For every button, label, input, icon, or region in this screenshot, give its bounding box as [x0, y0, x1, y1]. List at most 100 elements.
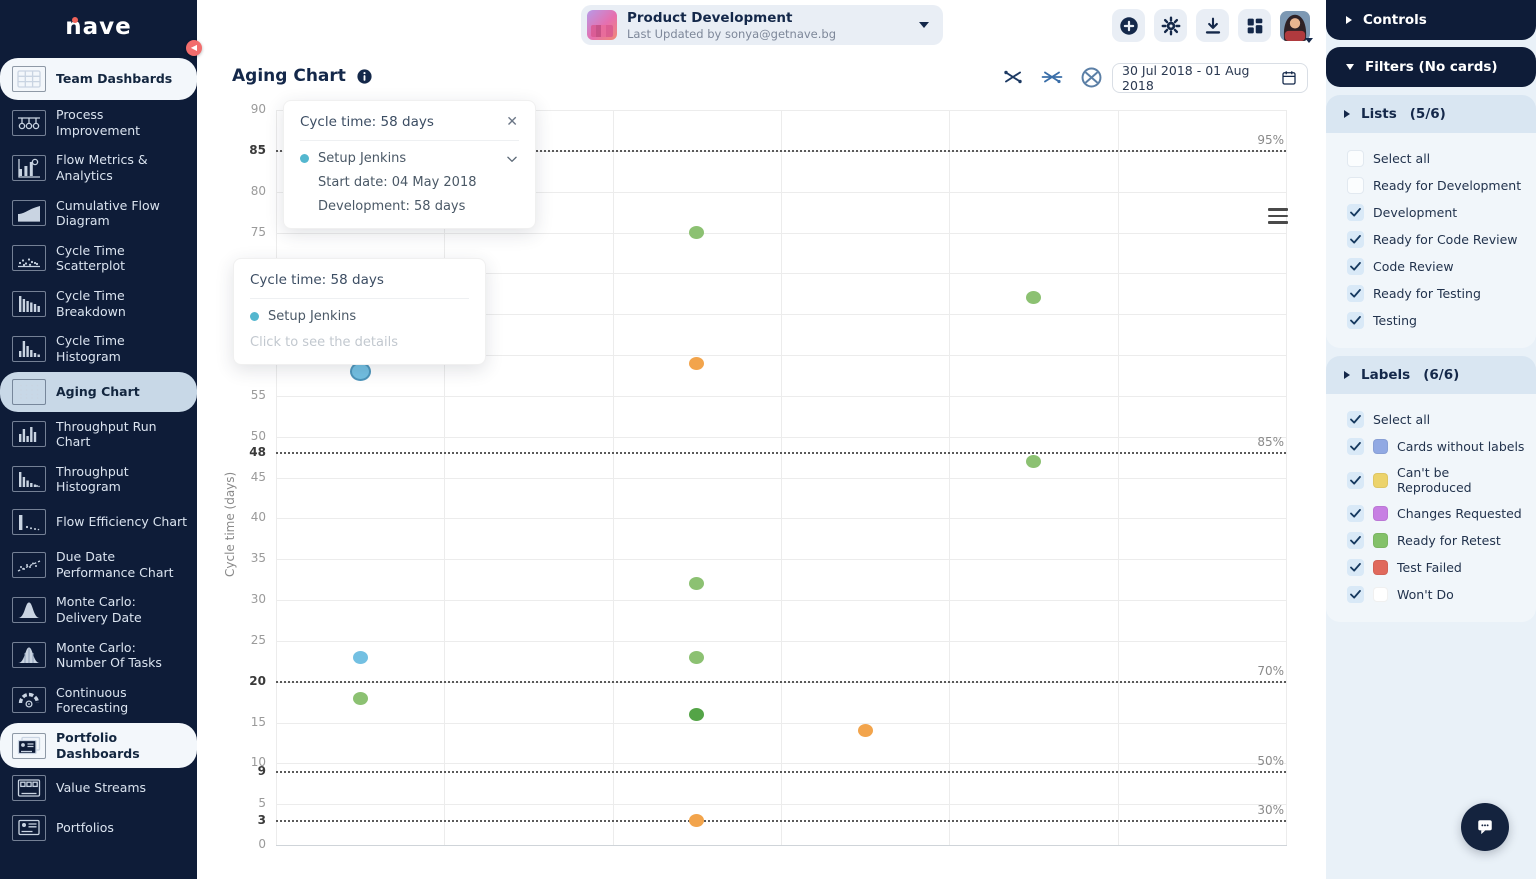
list-filter-row-ready-for-testing[interactable]: Ready for Testing: [1326, 280, 1536, 307]
sidebar-item-monte-carlo-number-of-tasks[interactable]: Monte Carlo: Number Of Tasks: [0, 633, 197, 678]
y-tick-label: 15: [226, 715, 266, 729]
lists-section-header[interactable]: Lists (5/6): [1326, 95, 1536, 133]
sidebar-item-continuous-forecasting[interactable]: Continuous Forecasting: [0, 678, 197, 723]
tooltip-card-row[interactable]: Setup Jenkins: [250, 309, 469, 324]
data-point[interactable]: [689, 577, 704, 590]
list-filter-row-testing[interactable]: Testing: [1326, 307, 1536, 334]
data-point[interactable]: [689, 357, 704, 370]
date-range-picker[interactable]: 30 Jul 2018 - 01 Aug 2018: [1112, 63, 1308, 93]
sidebar-item-team-dashbards[interactable]: Team Dashbards: [0, 58, 197, 100]
data-point[interactable]: [689, 814, 704, 827]
checkbox-development[interactable]: [1347, 204, 1364, 221]
sidebar-item-flow-metrics-analytics[interactable]: Flow Metrics & Analytics: [0, 145, 197, 190]
checkbox-code-review[interactable]: [1347, 258, 1364, 275]
chevron-right-icon: [1346, 16, 1352, 24]
label-filter-row-changes-requested[interactable]: Changes Requested: [1326, 500, 1536, 527]
data-point[interactable]: [353, 692, 368, 705]
chevron-down-icon: [505, 152, 519, 166]
right-filter-panel: Controls Filters (No cards) Lists (5/6) …: [1326, 0, 1536, 879]
data-point[interactable]: [689, 226, 704, 239]
sidebar-item-cycle-time-histogram[interactable]: Cycle Time Histogram: [0, 326, 197, 371]
sidebar-item-portfolios[interactable]: Portfolios: [0, 808, 197, 848]
chat-button[interactable]: [1461, 803, 1509, 851]
checkbox-testing[interactable]: [1347, 312, 1364, 329]
chevron-down-icon: [1305, 38, 1313, 43]
checkbox-can-t-be-reproduced[interactable]: [1347, 472, 1364, 489]
sidebar-item-throughput-run-chart[interactable]: Throughput Run Chart: [0, 412, 197, 457]
checkbox-changes-requested[interactable]: [1347, 505, 1364, 522]
app-logo[interactable]: nave: [0, 0, 197, 58]
data-point[interactable]: [353, 651, 368, 664]
list-filter-row-code-review[interactable]: Code Review: [1326, 253, 1536, 280]
label-filter-row-ready-for-retest[interactable]: Ready for Retest: [1326, 527, 1536, 554]
sidebar-item-value-streams[interactable]: Value Streams: [0, 768, 197, 808]
close-icon[interactable]: ✕: [505, 114, 519, 130]
sidebar-item-throughput-histogram[interactable]: Throughput Histogram: [0, 457, 197, 502]
sidebar-item-monte-carlo-delivery-date[interactable]: Monte Carlo: Delivery Date: [0, 587, 197, 632]
aging-chart-plot: 051015253035404550556065707580908595%488…: [197, 100, 1326, 879]
data-point[interactable]: [1026, 455, 1041, 468]
checkbox-test-failed[interactable]: [1347, 559, 1364, 576]
y-tick-label-percentile: 48: [226, 445, 266, 459]
label-color-swatch: [1373, 560, 1388, 575]
y-tick-label-percentile: 9: [226, 764, 266, 778]
settings-button[interactable]: [1154, 9, 1187, 42]
list-filter-row-ready-for-code-review[interactable]: Ready for Code Review: [1326, 226, 1536, 253]
tooltip-card-row[interactable]: Setup Jenkins: [300, 151, 519, 166]
data-point[interactable]: [858, 724, 873, 737]
filter-label: Code Review: [1373, 259, 1454, 274]
label-filter-row-cards-without-labels[interactable]: Cards without labels: [1326, 433, 1536, 460]
hide-percentiles-toggle[interactable]: [1039, 64, 1065, 90]
checkbox-select-all[interactable]: [1347, 411, 1364, 428]
checkbox-ready-for-retest[interactable]: [1347, 532, 1364, 549]
checkbox-ready-for-development[interactable]: [1347, 177, 1364, 194]
chevron-right-icon: [1344, 110, 1350, 118]
label-filter-row-test-failed[interactable]: Test Failed: [1326, 554, 1536, 581]
sidebar-item-aging-chart[interactable]: Aging Chart: [0, 372, 197, 412]
checkbox-select-all[interactable]: [1347, 150, 1364, 167]
list-filter-row-select-all[interactable]: Select all: [1326, 145, 1536, 172]
checkbox-ready-for-code-review[interactable]: [1347, 231, 1364, 248]
filters-section-header[interactable]: Filters (No cards): [1326, 47, 1536, 87]
data-point[interactable]: [689, 708, 704, 721]
data-point[interactable]: [1026, 291, 1041, 304]
tooltip-title: Cycle time: 58 days: [300, 114, 434, 130]
sidebar-item-due-date-performance-chart[interactable]: Due Date Performance Chart: [0, 542, 197, 587]
board-title: Product Development: [627, 10, 909, 26]
download-button[interactable]: [1196, 9, 1229, 42]
sidebar-item-label: Throughput Histogram: [56, 464, 189, 495]
account-menu[interactable]: [1280, 11, 1310, 41]
controls-section-header[interactable]: Controls: [1326, 0, 1536, 40]
sidebar-item-portfolio-dashboards[interactable]: Portfolio Dashboards: [0, 723, 197, 768]
gridline: [613, 110, 614, 845]
list-filter-row-ready-for-development[interactable]: Ready for Development: [1326, 172, 1536, 199]
sidebar-item-cumulative-flow-diagram[interactable]: Cumulative Flow Diagram: [0, 191, 197, 236]
label-filter-row-select-all[interactable]: Select all: [1326, 406, 1536, 433]
checkbox-cards-without-labels[interactable]: [1347, 438, 1364, 455]
labels-section-header[interactable]: Labels (6/6): [1326, 356, 1536, 394]
divider: [300, 140, 519, 141]
sidebar-item-flow-efficiency-chart[interactable]: Flow Efficiency Chart: [0, 502, 197, 542]
percentile-lines-toggle[interactable]: [1000, 64, 1026, 90]
chart-menu-button[interactable]: [1268, 208, 1288, 224]
data-point[interactable]: [689, 651, 704, 664]
sidebar-item-label: Monte Carlo: Number Of Tasks: [56, 640, 189, 671]
label-filter-row-won-t-do[interactable]: Won't Do: [1326, 581, 1536, 608]
collapse-sidebar-button[interactable]: ◀: [186, 40, 202, 56]
checkbox-won-t-do[interactable]: [1347, 586, 1364, 603]
percentile-line-85%: [276, 452, 1286, 454]
label-color-swatch: [1373, 587, 1388, 602]
add-dashboard-button[interactable]: [1112, 9, 1145, 42]
list-filter-row-development[interactable]: Development: [1326, 199, 1536, 226]
label-filter-row-can-t-be-reproduced[interactable]: Can't be Reproduced: [1326, 460, 1536, 500]
sidebar-item-process-improvement[interactable]: Process Improvement: [0, 100, 197, 145]
percentile-label: 30%: [1214, 803, 1284, 817]
sidebar-item-cycle-time-scatterplot[interactable]: Cycle Time Scatterplot: [0, 236, 197, 281]
sidebar-item-cycle-time-breakdown[interactable]: Cycle Time Breakdown: [0, 281, 197, 326]
info-icon[interactable]: [356, 68, 373, 85]
dashboards-button[interactable]: [1238, 9, 1271, 42]
checkbox-ready-for-testing[interactable]: [1347, 285, 1364, 302]
hover-tooltip: Cycle time: 58 days Setup Jenkins Click …: [233, 258, 486, 365]
board-selector[interactable]: Product Development Last Updated by sony…: [581, 5, 943, 45]
exclude-toggle[interactable]: [1078, 64, 1104, 90]
